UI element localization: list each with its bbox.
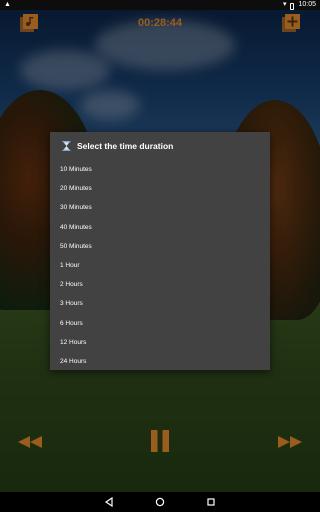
time-duration-dialog: Select the time duration 10 Minutes 20 M…	[50, 132, 270, 370]
duration-option-3-hours[interactable]: 3 Hours	[50, 294, 270, 313]
duration-option-1-hour[interactable]: 1 Hour	[50, 256, 270, 275]
back-icon[interactable]	[104, 497, 114, 507]
rewind-icon	[18, 436, 42, 448]
playback-controls	[0, 430, 320, 454]
status-right: ▾ 10:05	[283, 0, 316, 10]
duration-option-20-minutes[interactable]: 20 Minutes	[50, 179, 270, 198]
home-icon[interactable]	[155, 497, 165, 507]
alert-icon: ▲	[4, 1, 11, 8]
dialog-title-text: Select the time duration	[77, 141, 174, 151]
add-playlist-icon	[282, 14, 300, 32]
duration-option-6-hours[interactable]: 6 Hours	[50, 314, 270, 333]
sleep-timer: 00:28:44	[137, 17, 183, 29]
add-playlist-button[interactable]	[280, 12, 302, 34]
pause-button[interactable]	[150, 430, 170, 457]
duration-option-40-minutes[interactable]: 40 Minutes	[50, 218, 270, 237]
status-bar: ▲ ▾ 10:05	[0, 0, 320, 10]
rewind-button[interactable]	[18, 435, 42, 453]
duration-option-2-hours[interactable]: 2 Hours	[50, 275, 270, 294]
navigation-bar	[0, 492, 320, 512]
duration-option-50-minutes[interactable]: 50 Minutes	[50, 237, 270, 256]
duration-option-12-hours[interactable]: 12 Hours	[50, 333, 270, 352]
duration-option-10-minutes[interactable]: 10 Minutes	[50, 160, 270, 179]
hourglass-icon	[62, 141, 71, 151]
status-time: 10:05	[298, 1, 316, 8]
dialog-title: Select the time duration	[50, 132, 270, 160]
duration-option-30-minutes[interactable]: 30 Minutes	[50, 198, 270, 217]
pause-icon	[151, 430, 169, 452]
fast-forward-button[interactable]	[278, 435, 302, 453]
wifi-icon: ▾	[282, 1, 287, 8]
battery-icon	[290, 2, 295, 10]
duration-options-list: 10 Minutes 20 Minutes 30 Minutes 40 Minu…	[50, 160, 270, 371]
recents-icon[interactable]	[206, 497, 216, 507]
fast-forward-icon	[278, 436, 302, 448]
duration-option-24-hours[interactable]: 24 Hours	[50, 352, 270, 371]
